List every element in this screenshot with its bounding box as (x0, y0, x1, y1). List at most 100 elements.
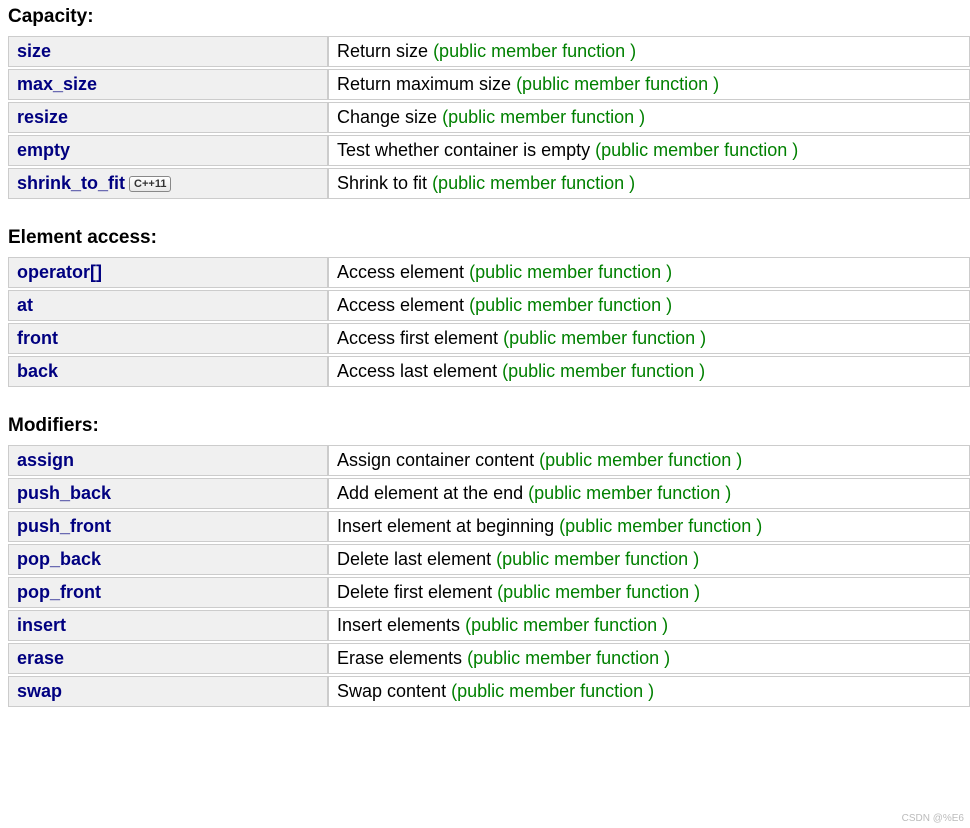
member-link[interactable]: size (17, 41, 51, 61)
table-row: back Access last element (public member f… (8, 356, 970, 387)
member-desc-cell: Insert elements (public member function … (328, 610, 970, 641)
section: Modifiers: assign Assign container content… (8, 415, 970, 709)
member-annotation: (public member function ) (516, 74, 719, 94)
table-row: push_back Add element at the end (public … (8, 478, 970, 509)
table-row: max_size Return maximum size (public memb… (8, 69, 970, 100)
member-link[interactable]: pop_front (17, 582, 101, 602)
member-desc: Shrink to fit (337, 173, 427, 193)
member-desc-cell: Access last element (public member funct… (328, 356, 970, 387)
member-annotation: (public member function ) (433, 41, 636, 61)
member-desc: Access first element (337, 328, 498, 348)
section-title: Element access: (8, 227, 970, 249)
member-desc-cell: Assign container content (public member … (328, 445, 970, 476)
member-name-cell: pop_back (8, 544, 328, 575)
member-name-cell: front (8, 323, 328, 354)
member-desc-cell: Return maximum size (public member funct… (328, 69, 970, 100)
member-name-cell: erase (8, 643, 328, 674)
member-desc: Delete first element (337, 582, 492, 602)
member-link[interactable]: assign (17, 450, 74, 470)
member-link[interactable]: back (17, 361, 58, 381)
member-desc-cell: Delete first element (public member func… (328, 577, 970, 608)
member-annotation: (public member function ) (496, 549, 699, 569)
member-name-cell: operator[] (8, 257, 328, 288)
member-annotation: (public member function ) (539, 450, 742, 470)
member-desc: Access element (337, 295, 464, 315)
member-name-cell: at (8, 290, 328, 321)
table-row: emptyTest whether container is empty (pu… (8, 135, 970, 166)
member-desc-cell: Erase elements (public member function ) (328, 643, 970, 674)
member-annotation: (public member function ) (467, 648, 670, 668)
member-desc: Return size (337, 41, 428, 61)
table-row: pop_front Delete first element (public me… (8, 577, 970, 608)
member-annotation: (public member function ) (442, 107, 645, 127)
member-desc: Insert elements (337, 615, 460, 635)
member-name-cell: push_back (8, 478, 328, 509)
member-link[interactable]: pop_back (17, 549, 101, 569)
member-table: operator[] Access element (public member … (8, 255, 970, 389)
table-row: front Access first element (public member… (8, 323, 970, 354)
section: Element access: operator[] Access element … (8, 227, 970, 389)
member-annotation: (public member function ) (465, 615, 668, 635)
member-annotation: (public member function ) (559, 516, 762, 536)
section-title: Capacity: (8, 6, 970, 28)
member-link[interactable]: insert (17, 615, 66, 635)
member-annotation: (public member function ) (469, 262, 672, 282)
member-table: size Return size (public member function … (8, 34, 970, 201)
member-name-cell: max_size (8, 69, 328, 100)
watermark: CSDN @%E6 (902, 813, 964, 824)
member-desc-cell: Swap content (public member function ) (328, 676, 970, 707)
section-title: Modifiers: (8, 415, 970, 437)
member-name-cell: size (8, 36, 328, 67)
member-desc: Access last element (337, 361, 497, 381)
table-row: operator[] Access element (public member … (8, 257, 970, 288)
member-annotation: (public member function ) (503, 328, 706, 348)
member-link[interactable]: push_front (17, 516, 111, 536)
member-link[interactable]: resize (17, 107, 68, 127)
member-link[interactable]: front (17, 328, 58, 348)
member-desc: Swap content (337, 681, 446, 701)
member-annotation: (public member function ) (451, 681, 654, 701)
member-annotation: (public member function ) (595, 140, 798, 160)
member-desc: Add element at the end (337, 483, 523, 503)
member-desc: Return maximum size (337, 74, 511, 94)
table-row: swap Swap content (public member function… (8, 676, 970, 707)
table-row: at Access element (public member function… (8, 290, 970, 321)
member-annotation: (public member function ) (469, 295, 672, 315)
member-name-cell: assign (8, 445, 328, 476)
table-row: erase Erase elements (public member funct… (8, 643, 970, 674)
member-name-cell: pop_front (8, 577, 328, 608)
member-name-cell: back (8, 356, 328, 387)
member-annotation: (public member function ) (497, 582, 700, 602)
member-name-cell: swap (8, 676, 328, 707)
cpp11-badge: C++11 (129, 176, 171, 192)
member-desc-cell: Add element at the end (public member fu… (328, 478, 970, 509)
member-link[interactable]: swap (17, 681, 62, 701)
member-name-cell: insert (8, 610, 328, 641)
member-desc: Insert element at beginning (337, 516, 554, 536)
member-link[interactable]: operator[] (17, 262, 102, 282)
member-desc: Delete last element (337, 549, 491, 569)
member-desc: Change size (337, 107, 437, 127)
member-link[interactable]: shrink_to_fit (17, 173, 125, 193)
member-link[interactable]: max_size (17, 74, 97, 94)
member-desc-cell: Delete last element (public member funct… (328, 544, 970, 575)
table-row: size Return size (public member function … (8, 36, 970, 67)
member-link[interactable]: empty (17, 140, 70, 160)
member-name-cell: empty (8, 135, 328, 166)
table-row: resize Change size (public member functio… (8, 102, 970, 133)
section: Capacity: size Return size (public member … (8, 6, 970, 201)
member-desc-cell: Access element (public member function ) (328, 257, 970, 288)
member-annotation: (public member function ) (502, 361, 705, 381)
member-annotation: (public member function ) (528, 483, 731, 503)
member-link[interactable]: at (17, 295, 33, 315)
member-annotation: (public member function ) (432, 173, 635, 193)
member-desc: Access element (337, 262, 464, 282)
member-table: assign Assign container content (public m… (8, 443, 970, 709)
member-name-cell: push_front (8, 511, 328, 542)
member-link[interactable]: push_back (17, 483, 111, 503)
table-row: shrink_to_fitC++11 Shrink to fit (public … (8, 168, 970, 199)
member-desc-cell: Access first element (public member func… (328, 323, 970, 354)
member-name-cell: shrink_to_fitC++11 (8, 168, 328, 199)
member-link[interactable]: erase (17, 648, 64, 668)
member-name-cell: resize (8, 102, 328, 133)
